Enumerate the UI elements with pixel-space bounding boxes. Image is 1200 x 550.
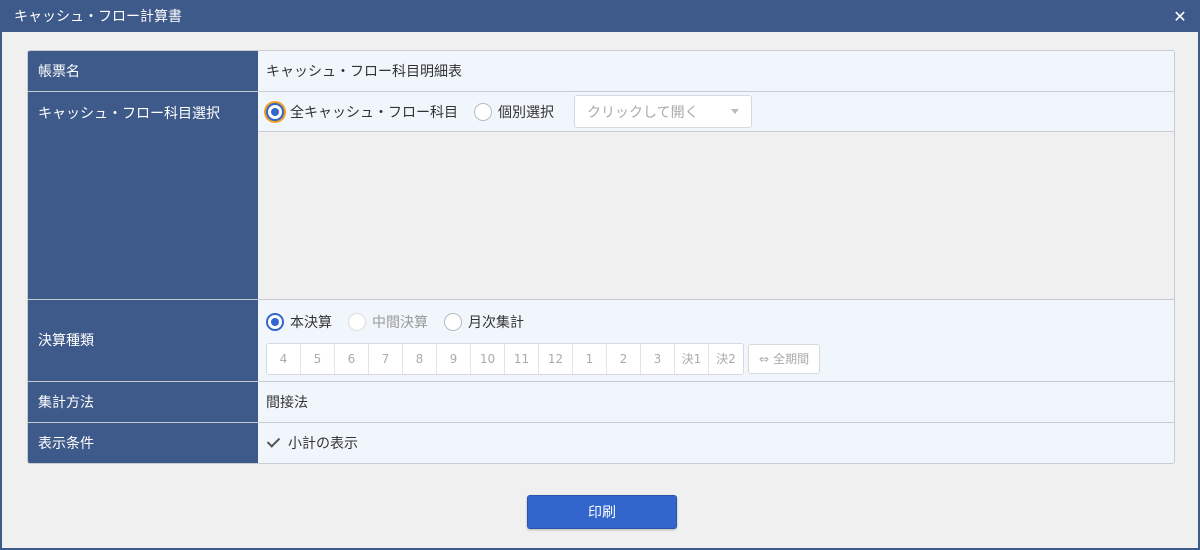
row-cf-item-selection: キャッシュ・フロー科目選択 全キャッシュ・フロー科目 個別選択 クリックして開く [28,92,1174,300]
month-button[interactable]: 8 [403,343,437,374]
radio-all-cf-items-label: 全キャッシュ・フロー科目 [290,104,458,121]
aggregation-method-value: 間接法 [258,382,1174,422]
month-button[interactable]: 4 [267,343,301,374]
radio-all-cf-items[interactable]: 全キャッシュ・フロー科目 [266,102,458,122]
radio-annual-settlement-label: 本決算 [290,314,332,331]
month-button[interactable]: 11 [505,343,539,374]
month-button[interactable]: 2 [607,343,641,374]
double-arrow-icon: ⇔ [759,351,770,366]
month-button[interactable]: 12 [539,343,573,374]
month-button[interactable]: 10 [471,343,505,374]
month-button[interactable]: 9 [437,343,471,374]
report-name-label: 帳票名 [28,51,258,91]
report-name-value: キャッシュ・フロー科目明細表 [258,51,1174,91]
month-button-group: 4 5 6 7 8 9 10 11 12 1 2 3 決1 決2 [266,342,744,375]
print-button[interactable]: 印刷 [527,495,677,529]
radio-annual-settlement[interactable]: 本決算 [266,312,332,332]
close-icon[interactable]: ✕ [1170,6,1190,26]
cash-flow-dialog: キャッシュ・フロー計算書 ✕ 帳票名 キャッシュ・フロー科目明細表 キャッシュ・… [0,0,1200,550]
radio-dot [266,102,284,121]
month-button[interactable]: 7 [369,343,403,374]
checkmark-icon [266,435,282,451]
cf-item-dropdown-placeholder: クリックして開く [587,104,699,121]
settlement-type-options: 本決算 中間決算 月次集計 [266,307,540,337]
radio-dot [348,312,366,331]
radio-dot [474,102,492,121]
title-bar: キャッシュ・フロー計算書 ✕ [2,0,1198,32]
row-report-name: 帳票名 キャッシュ・フロー科目明細表 [28,51,1174,92]
radio-monthly-aggregation-label: 月次集計 [468,314,524,331]
cf-item-selection-value: 全キャッシュ・フロー科目 個別選択 クリックして開く [258,92,1174,299]
settlement-type-label: 決算種類 [28,300,258,381]
aggregation-method-label: 集計方法 [28,382,258,422]
cf-item-list-area [258,132,1174,299]
display-condition-label: 表示条件 [28,423,258,463]
all-period-label: 全期間 [773,352,810,366]
chevron-down-icon [731,109,739,114]
radio-interim-settlement[interactable]: 中間決算 [348,312,428,332]
all-period-button[interactable]: ⇔ 全期間 [748,343,821,374]
month-button[interactable]: 決2 [709,344,743,374]
month-button[interactable]: 1 [573,343,607,374]
settlement-type-value: 本決算 中間決算 月次集計 4 5 6 7 8 9 10 11 12 1 2 3… [258,300,1174,381]
month-button[interactable]: 5 [301,343,335,374]
radio-monthly-aggregation[interactable]: 月次集計 [444,312,524,332]
month-button[interactable]: 決1 [675,343,709,374]
radio-dot [444,312,462,331]
window-title: キャッシュ・フロー計算書 [14,9,182,25]
month-selector: 4 5 6 7 8 9 10 11 12 1 2 3 決1 決2 ⇔ 全期間 [266,342,821,375]
subtotal-checkbox[interactable]: 小計の表示 [266,433,358,453]
cf-item-dropdown[interactable]: クリックして開く [574,95,752,128]
month-button[interactable]: 6 [335,343,369,374]
row-display-condition: 表示条件 小計の表示 [28,423,1174,463]
row-settlement-type: 決算種類 本決算 中間決算 月次集計 4 5 6 7 8 9 10 11 12 … [28,300,1174,382]
report-form: 帳票名 キャッシュ・フロー科目明細表 キャッシュ・フロー科目選択 全キャッシュ・… [27,50,1175,464]
subtotal-checkbox-label: 小計の表示 [288,436,358,452]
row-aggregation-method: 集計方法 間接法 [28,382,1174,423]
radio-individual-selection[interactable]: 個別選択 [474,102,554,122]
display-condition-value: 小計の表示 [258,423,1174,463]
cf-item-selection-label: キャッシュ・フロー科目選択 [28,92,258,299]
radio-interim-settlement-label: 中間決算 [372,314,428,331]
month-button[interactable]: 3 [641,343,675,374]
cf-item-options: 全キャッシュ・フロー科目 個別選択 クリックして開く [258,92,1174,132]
radio-individual-selection-label: 個別選択 [498,104,554,121]
radio-dot [266,312,284,331]
